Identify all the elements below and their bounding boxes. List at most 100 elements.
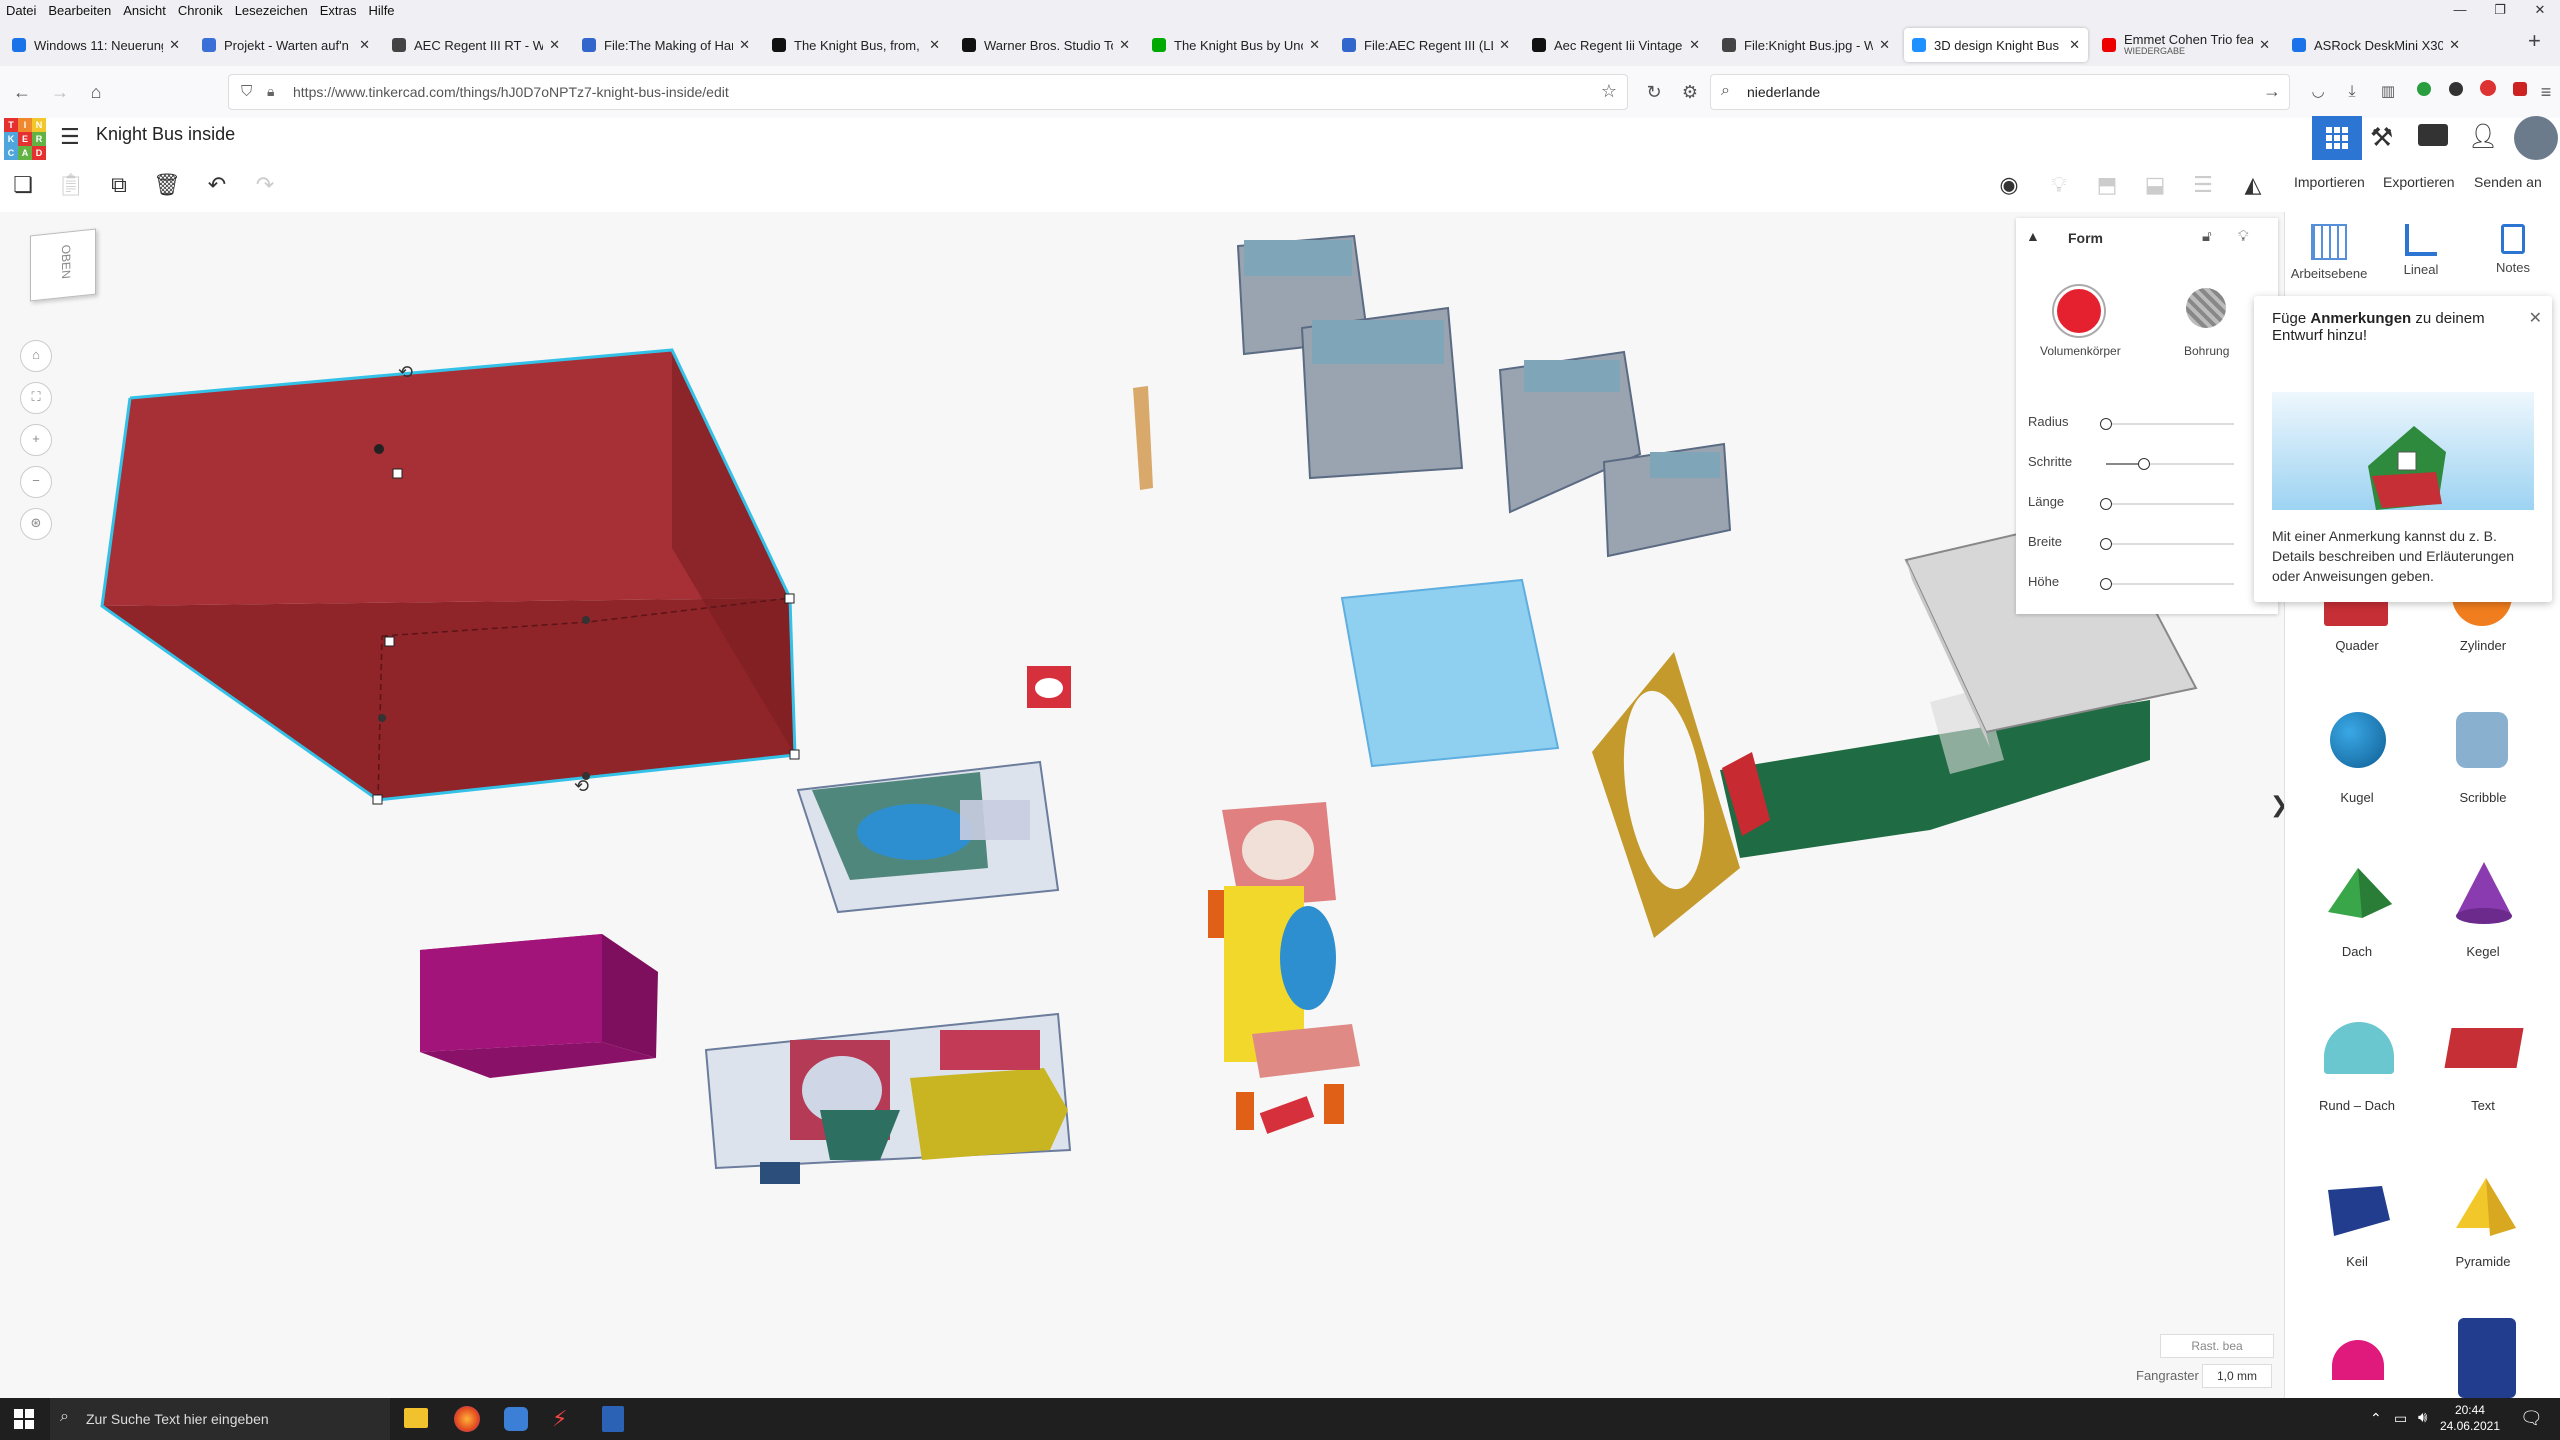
menu-chronik[interactable]: Chronik [172,3,229,18]
import-button[interactable]: Importieren [2294,174,2365,190]
selected-red-box[interactable]: ⟲ ⟲ [100,348,800,805]
design-list-icon[interactable]: ☰ [60,124,80,150]
browser-tab[interactable]: File:The Making of Harry P ✕ [574,28,758,62]
red-tag-shape[interactable] [1027,666,1071,708]
close-tab-icon[interactable]: ✕ [549,37,560,53]
menu-datei[interactable]: Datei [0,3,42,18]
param-slider[interactable] [2100,498,2234,510]
close-tab-icon[interactable]: ✕ [2069,37,2080,53]
close-tab-icon[interactable]: ✕ [1119,37,1130,53]
zoom-out-icon[interactable]: − [20,466,52,498]
redo-icon[interactable]: ↷ [250,170,280,200]
hole-swatch[interactable] [2186,288,2226,328]
maximize-button[interactable]: ❐ [2480,0,2520,20]
hole-label[interactable]: Bohrung [2184,344,2229,358]
transparent-box-group[interactable] [796,760,1060,914]
home-icon[interactable]: ⌂ [84,80,108,104]
browser-tab[interactable]: AEC Regent III RT - Wikipedia ✕ [384,28,568,62]
light-bulb-icon[interactable]: 💡︎ [2238,228,2249,245]
browser-tab[interactable]: 3D design Knight Bus inside ✕ [1904,28,2088,62]
menu-bearbeiten[interactable]: Bearbeiten [42,3,117,18]
undo-icon[interactable]: ↶ [202,170,232,200]
browser-tab[interactable]: ASRock DeskMini X300 al ✕ [2284,28,2468,62]
ruler-tool[interactable]: Lineal [2376,220,2466,277]
browser-tab[interactable]: File:Knight Bus.jpg - Wikip ✕ [1714,28,1898,62]
url-bar[interactable]: ⛉ 🔒︎ https://www.tinkercad.com/things/hJ… [228,74,1628,110]
cylinder-shape-label[interactable]: Zylinder [2428,638,2538,653]
close-tab-icon[interactable]: ✕ [1689,37,1700,53]
roof-shape-label[interactable]: Dach [2302,944,2412,959]
browser-tab[interactable]: Warner Bros. Studio Tour ✕ [954,28,1138,62]
extension-icon[interactable] [2412,80,2436,104]
close-tab-icon[interactable]: ✕ [2259,37,2270,53]
firefox-icon[interactable] [454,1406,480,1432]
search-bar[interactable]: ⌕ niederlande → [1710,74,2290,110]
browser-tab[interactable]: The Knight Bus, from, Harry ✕ [764,28,948,62]
duplicate-icon[interactable]: ⧉ [104,170,134,200]
close-tab-icon[interactable]: ✕ [1499,37,1510,53]
close-icon[interactable]: ✕ [2529,308,2542,328]
hamburger-menu-icon[interactable]: ≡ [2534,80,2558,104]
cone-shape-icon[interactable] [2452,860,2516,924]
transparent-container-group[interactable] [704,1012,1072,1184]
zoom-in-icon[interactable]: + [20,424,52,456]
reload-icon[interactable]: ↻ [1642,80,1666,104]
wooden-plank[interactable] [1133,386,1153,490]
lock-icon[interactable]: 🔓︎ [2202,228,2212,245]
export-button[interactable]: Exportieren [2383,174,2455,190]
cone-shape-label[interactable]: Kegel [2428,944,2538,959]
avatar[interactable] [2514,116,2558,160]
menu-ansicht[interactable]: Ansicht [117,3,172,18]
new-tab-icon[interactable]: + [2528,28,2541,54]
notes-tool[interactable]: Notes [2468,220,2558,275]
design-title[interactable]: Knight Bus inside [96,124,235,145]
fit-view-icon[interactable]: ⛶ [20,382,52,414]
close-tab-icon[interactable]: ✕ [169,37,180,53]
yellow-figure-group[interactable] [1208,802,1360,1134]
snap-grid-select[interactable]: 1,0 mm [2202,1364,2272,1388]
add-user-icon[interactable]: 👤︎ [2468,122,2498,151]
network-icon[interactable]: ▭ [2394,1410,2407,1427]
scribble-shape-label[interactable]: Scribble [2428,790,2538,805]
go-arrow-icon[interactable]: → [2263,81,2281,102]
group-icon[interactable]: ⬒ [2092,170,2122,200]
lock-icon[interactable]: 🔒︎ [267,83,274,100]
browser-tab[interactable]: Emmet Cohen Trio feat. CWIEDERGABE ✕ [2094,28,2278,62]
library-icon[interactable]: ▥ [2376,80,2400,104]
browser-tab[interactable]: Projekt - Warten auf'n Bus ✕ [194,28,378,62]
browser-tab[interactable]: Aec Regent Iii Vintage Bus ✕ [1524,28,1708,62]
collapse-chevron-icon[interactable]: ▲ [2026,228,2040,244]
gray-box-4[interactable] [1602,442,1732,558]
3d-view-button[interactable] [2312,116,2362,160]
pyramid-shape-icon[interactable] [2450,1176,2520,1240]
pyramid-shape-label[interactable]: Pyramide [2428,1254,2538,1269]
magenta-box[interactable] [420,934,658,1078]
browser-tab[interactable]: File:AEC Regent III (LLU 6 ✕ [1334,28,1518,62]
sphere-shape-icon[interactable] [2330,712,2386,768]
edit-grid-button[interactable]: Rast. bea [2160,1334,2274,1358]
close-tab-icon[interactable]: ✕ [359,37,370,53]
file-explorer-icon[interactable] [404,1408,428,1428]
note-icon[interactable]: ◉ [1994,170,2024,200]
app-icon[interactable] [504,1407,528,1431]
send-to-button[interactable]: Senden an [2474,174,2542,190]
box-shape-label[interactable]: Quader [2302,638,2412,653]
slider-knob[interactable] [2100,578,2112,590]
paste-icon[interactable]: 📋︎ [56,170,86,200]
app-icon[interactable]: ⚡ [552,1406,567,1432]
param-slider[interactable] [2100,418,2234,430]
hammer-pickaxe-icon[interactable]: ⚒ [2370,122,2393,153]
round-roof-shape-label[interactable]: Rund – Dach [2302,1098,2412,1113]
download-icon[interactable]: ⤓ [2340,80,2364,104]
menu-hilfe[interactable]: Hilfe [363,3,401,18]
sphere-shape-label[interactable]: Kugel [2302,790,2412,805]
mirror-icon[interactable]: ◭ [2238,170,2268,200]
ungroup-icon[interactable]: ⬓ [2140,170,2170,200]
close-tab-icon[interactable]: ✕ [2449,37,2460,53]
solid-color-swatch[interactable] [2054,286,2104,336]
browser-tab[interactable]: The Knight Bus by UncleG ✕ [1144,28,1328,62]
perspective-icon[interactable]: ⊛ [20,508,52,540]
extension-icon[interactable] [2508,80,2532,104]
workplane-tool[interactable]: Arbeitsebene [2284,220,2374,281]
close-tab-icon[interactable]: ✕ [929,37,940,53]
